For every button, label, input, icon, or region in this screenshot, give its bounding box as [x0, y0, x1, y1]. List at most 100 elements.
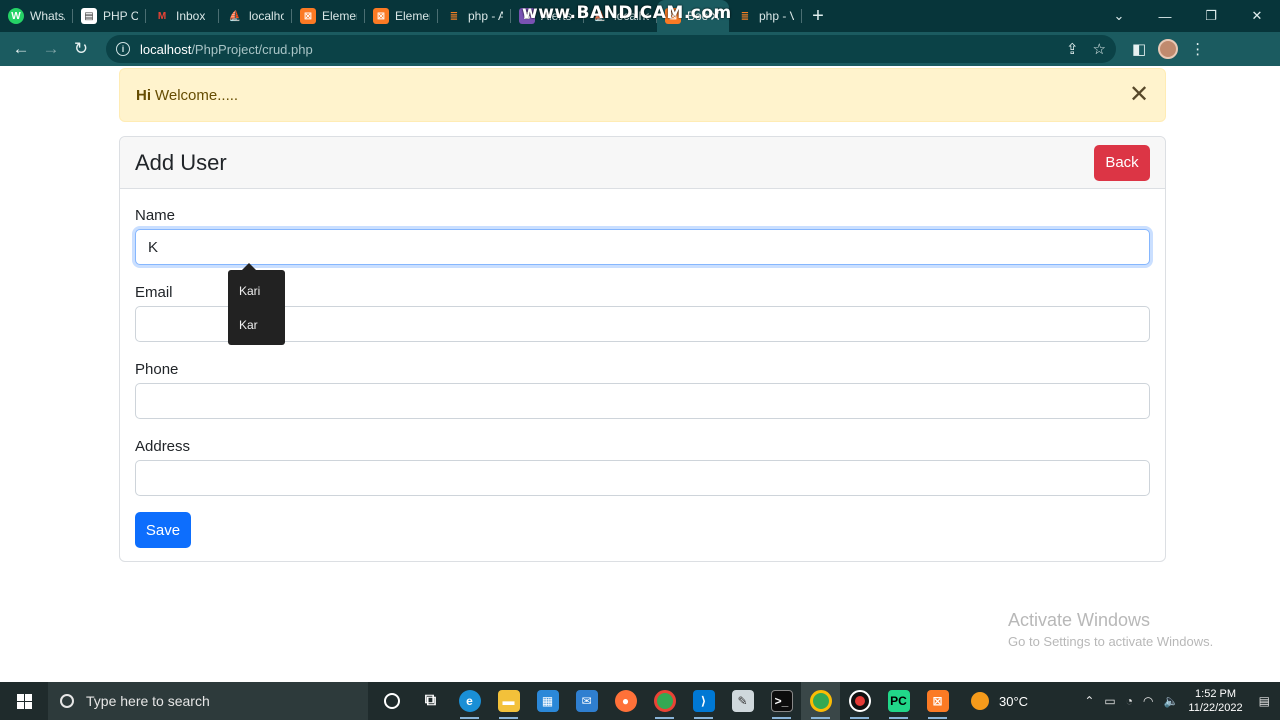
taskbar-search[interactable]: Type here to search	[48, 682, 368, 720]
name-label: Name	[135, 207, 176, 224]
bandicam-record-icon[interactable]	[840, 682, 879, 720]
save-button[interactable]: Save	[135, 512, 191, 548]
watermark-subtitle: Go to Settings to activate Windows.	[1008, 634, 1214, 649]
address-label: Address	[135, 438, 191, 455]
firefox-icon[interactable]: ●	[606, 682, 645, 720]
url-host: localhost	[140, 41, 192, 57]
weather-widget[interactable]: 30°C	[971, 692, 1028, 710]
tab-search-chevron-icon[interactable]: ⌄	[1096, 8, 1142, 24]
tab-title: Elements	[322, 9, 357, 23]
mail-icon[interactable]: ✉	[567, 682, 606, 720]
xampp-icon: ⊠	[300, 8, 316, 24]
tab-whatsapp[interactable]: W WhatsApp	[0, 0, 73, 32]
chrome-icon[interactable]	[645, 682, 684, 720]
volume-icon[interactable]: 🔈	[1163, 694, 1178, 708]
tab-php-v[interactable]: ≣ php - V	[729, 0, 802, 32]
tab-title: php - V	[759, 9, 794, 23]
address-bar[interactable]: i localhost/PhpProject/crud.php ⇪ ☆	[106, 35, 1116, 63]
terminal-icon[interactable]: >_	[762, 682, 801, 720]
taskbar: Type here to search ⧉ e ▬ ▦ ✉ ● ⟩ ✎ >_ P…	[0, 682, 1280, 720]
alert-message: Welcome.....	[155, 86, 239, 104]
add-user-card: Add User Back Name Email Phone Address S…	[119, 136, 1166, 562]
chevron-up-icon[interactable]: ⌃	[1084, 694, 1094, 708]
cortana-icon[interactable]	[372, 682, 411, 720]
bookmark-star-icon[interactable]: ☆	[1093, 40, 1106, 58]
reload-icon[interactable]: ↻	[66, 34, 96, 64]
back-button[interactable]: Back	[1094, 144, 1150, 181]
document-icon: ▤	[81, 8, 97, 24]
recorder-watermark: www.BANDICAM.com	[522, 3, 732, 23]
page-content: Hi Welcome..... ✕ Add User Back Name Ema…	[0, 66, 1280, 682]
stackoverflow-icon: ≣	[740, 10, 750, 22]
stackoverflow-icon: ≣	[449, 10, 459, 22]
window-controls: ⌄ — ❐ ✕	[1096, 0, 1280, 32]
tab-title: WhatsApp	[30, 9, 65, 23]
network-icon[interactable]: ◔	[1126, 694, 1133, 708]
minimize-icon[interactable]: —	[1142, 9, 1188, 24]
phone-field-group: Phone	[135, 361, 1150, 419]
restore-icon[interactable]: ❐	[1188, 8, 1234, 24]
tab-title: Inbox	[176, 9, 206, 23]
name-field-group: Name	[135, 207, 1150, 265]
autocomplete-item[interactable]: Kar	[228, 310, 285, 344]
edge-icon[interactable]: e	[450, 682, 489, 720]
clock-time: 1:52 PM	[1195, 688, 1237, 700]
side-panel-icon[interactable]: ◧	[1132, 40, 1146, 58]
close-icon[interactable]: ✕	[1127, 83, 1151, 107]
tab-elements-2[interactable]: ⊠ Elements	[365, 0, 438, 32]
pycharm-icon[interactable]: PC	[879, 682, 918, 720]
tab-inbox[interactable]: M Inbox	[146, 0, 219, 32]
xampp-icon: ⊠	[373, 8, 389, 24]
xampp-taskbar-icon[interactable]: ⊠	[918, 682, 957, 720]
task-view-icon[interactable]: ⧉	[411, 682, 450, 720]
email-input[interactable]	[135, 306, 1150, 342]
paint-icon[interactable]: ✎	[723, 682, 762, 720]
vscode-icon[interactable]: ⟩	[684, 682, 723, 720]
phone-input[interactable]	[135, 383, 1150, 419]
address-field-group: Address	[135, 438, 1150, 496]
menu-kebab-icon[interactable]: ⋮	[1190, 40, 1205, 58]
phpmyadmin-icon: ⛵	[228, 10, 242, 22]
alert-strong: Hi	[136, 86, 151, 104]
meet-now-icon[interactable]: ▭	[1104, 694, 1115, 708]
tab-title: localhost	[249, 9, 284, 23]
welcome-alert: Hi Welcome..... ✕	[119, 68, 1166, 122]
card-body: Name Email Phone Address Save	[120, 189, 1165, 566]
email-field-group: Email	[135, 284, 1150, 342]
notification-icon[interactable]: ▤	[1259, 694, 1270, 708]
whatsapp-icon: W	[8, 8, 24, 24]
autocomplete-dropdown: Kari Kar	[228, 263, 285, 345]
autocomplete-item[interactable]: Kari	[228, 276, 285, 310]
weather-temperature: 30°C	[999, 693, 1029, 709]
wifi-icon[interactable]: ◠	[1143, 694, 1153, 708]
clock-date: 11/22/2022	[1188, 702, 1243, 714]
address-input[interactable]	[135, 460, 1150, 496]
share-icon[interactable]: ⇪	[1066, 40, 1079, 58]
tab-php-crud[interactable]: ▤ PHP CRUD	[73, 0, 146, 32]
tab-elements[interactable]: ⊠ Elements	[292, 0, 365, 32]
name-input[interactable]	[135, 229, 1150, 265]
file-explorer-icon[interactable]: ▬	[489, 682, 528, 720]
profile-avatar[interactable]	[1158, 39, 1179, 59]
tab-localhost[interactable]: ⛵ localhost	[219, 0, 292, 32]
search-placeholder: Type here to search	[86, 693, 210, 709]
close-window-icon[interactable]: ✕	[1234, 8, 1280, 24]
store-icon[interactable]: ▦	[528, 682, 567, 720]
watermark-title: Activate Windows	[1008, 610, 1151, 630]
start-button[interactable]	[0, 682, 48, 720]
back-arrow-icon[interactable]: ←	[6, 34, 36, 64]
tab-title: PHP CRUD	[103, 9, 138, 23]
phone-label: Phone	[135, 361, 179, 378]
email-label: Email	[135, 284, 173, 301]
page-title: Add User	[135, 149, 227, 175]
forward-arrow-icon[interactable]: →	[36, 34, 66, 64]
gmail-icon: M	[157, 10, 167, 22]
tab-php-ajax[interactable]: ≣ php - Ajax	[438, 0, 511, 32]
clock[interactable]: 1:52 PM 11/22/2022	[1188, 687, 1242, 715]
site-info-icon[interactable]: i	[116, 42, 130, 56]
tab-title: php - Ajax	[468, 9, 503, 23]
new-tab-button[interactable]: +	[802, 0, 834, 32]
tab-title: Elements	[395, 9, 430, 23]
activate-windows-watermark: Activate Windows Go to Settings to activ…	[1008, 610, 1213, 649]
chrome-profile-icon[interactable]	[801, 682, 840, 720]
